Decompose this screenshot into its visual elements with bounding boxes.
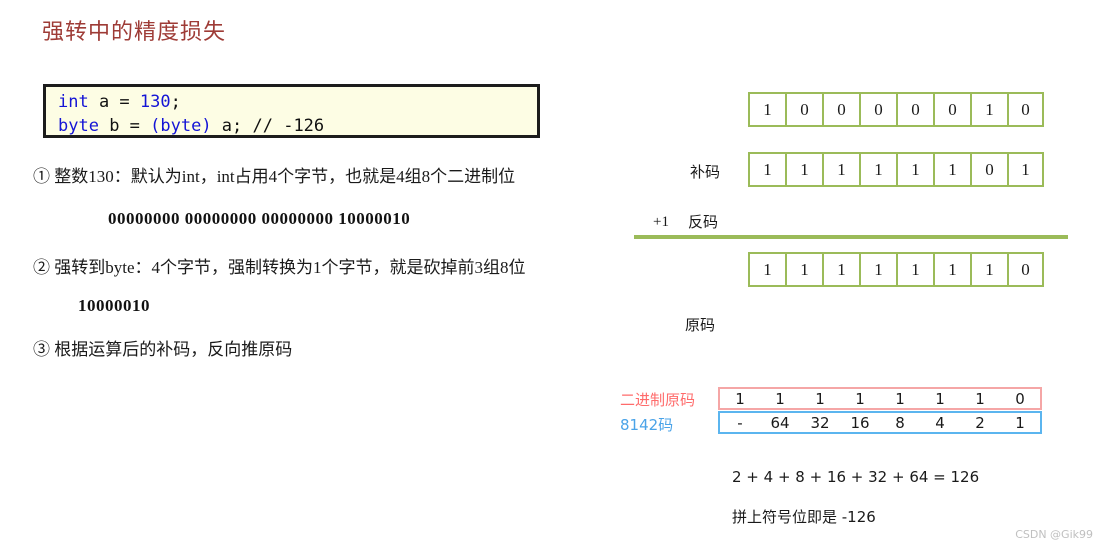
decode-bit-cell: 1	[895, 389, 905, 408]
bit-cell: 1	[933, 152, 970, 187]
decode-weight-cell: -	[737, 413, 743, 432]
code-number-130: 130	[139, 92, 171, 112]
bit-cell: 1	[970, 92, 1007, 127]
code-text-2a: b =	[98, 116, 151, 136]
bit-cell: 0	[1007, 92, 1044, 127]
bit-cell: 0	[1007, 252, 1044, 287]
bit-cell: 1	[785, 252, 822, 287]
decode-bit-cell: 1	[935, 389, 945, 408]
code-block: int a = 130; byte b = (byte) a; // -126	[43, 84, 540, 138]
note-sum: 2 + 4 + 8 + 16 + 32 + 64 = 126	[732, 468, 980, 486]
bit-cell: 0	[970, 152, 1007, 187]
bit-cell: 1	[1007, 152, 1044, 187]
step-item-3: ③ 根据运算后的补码，反向推原码	[33, 340, 293, 359]
bit-cell: 1	[859, 252, 896, 287]
step-item-1: ① 整数130：默认为int，int占用4个字节，也就是4组8个二进制位	[33, 167, 516, 186]
label-plus-one: +1	[653, 214, 669, 230]
green-divider-line	[634, 235, 1068, 239]
label-complement: 补码	[690, 163, 721, 181]
bit-cell: 1	[896, 252, 933, 287]
bit-row-complement: 1 1 1 1 1 1 0 1	[748, 152, 1044, 187]
code-keyword-byte: byte	[58, 116, 99, 136]
page-title: 强转中的精度损失	[42, 20, 227, 45]
bit-cell: 0	[859, 92, 896, 127]
note-sign: 拼上符号位即是 -126	[732, 508, 876, 526]
code-text-2b: a; // -126	[211, 116, 325, 136]
decode-bit-cell: 1	[775, 389, 785, 408]
code-keyword-int: int	[58, 92, 89, 112]
decode-bit-cell: 0	[1015, 389, 1025, 408]
decode-row-weights: - 64 32 16 8 4 2 1	[718, 411, 1042, 434]
bit-cell: 0	[822, 92, 859, 127]
decode-bit-cell: 1	[735, 389, 745, 408]
bit-cell: 0	[785, 92, 822, 127]
code-line-2: byte b = (byte) a; // -126	[58, 114, 537, 138]
byte-binary-value: 10000010	[78, 296, 150, 315]
decode-bit-cell: 1	[815, 389, 825, 408]
code-line-1: int a = 130;	[58, 90, 537, 114]
decode-weight-cell: 32	[810, 413, 830, 432]
bit-cell: 1	[785, 152, 822, 187]
bit-cell: 1	[933, 252, 970, 287]
decode-bit-cell: 1	[975, 389, 985, 408]
bit-cell: 1	[748, 92, 785, 127]
bit-cell: 1	[822, 252, 859, 287]
bit-cell: 1	[748, 252, 785, 287]
bit-cell: 1	[970, 252, 1007, 287]
bit-cell: 1	[748, 152, 785, 187]
code-text-1b: ;	[170, 92, 181, 112]
bit-row-top: 1 0 0 0 0 0 1 0	[748, 92, 1044, 127]
step-item-2: ② 强转到byte：4个字节，强制转换为1个字节，就是砍掉前3组8位	[33, 258, 526, 277]
decode-weight-cell: 16	[850, 413, 870, 432]
bit-cell: 0	[896, 92, 933, 127]
label-inverse: 反码	[688, 213, 719, 231]
decode-weight-cell: 64	[770, 413, 790, 432]
bit-cell: 1	[896, 152, 933, 187]
watermark: CSDN @Gik99	[1015, 528, 1093, 541]
int-binary-value: 00000000 00000000 00000000 10000010	[108, 209, 411, 228]
decode-weight-cell: 1	[1015, 413, 1025, 432]
decode-weight-cell: 4	[935, 413, 945, 432]
code-text-1a: a =	[88, 92, 140, 112]
bit-row-inverse: 1 1 1 1 1 1 1 0	[748, 252, 1044, 287]
label-original: 原码	[685, 316, 716, 334]
code-cast-byte: (byte)	[150, 116, 212, 136]
bit-cell: 1	[822, 152, 859, 187]
decode-row-binary: 1 1 1 1 1 1 1 0	[718, 387, 1042, 410]
bit-cell: 1	[859, 152, 896, 187]
decode-weight-cell: 8	[895, 413, 905, 432]
decode-weight-cell: 2	[975, 413, 985, 432]
decode-label-weights: 8142码	[620, 416, 674, 434]
decode-bit-cell: 1	[855, 389, 865, 408]
decode-label-binary: 二进制原码	[620, 391, 696, 409]
bit-cell: 0	[933, 92, 970, 127]
